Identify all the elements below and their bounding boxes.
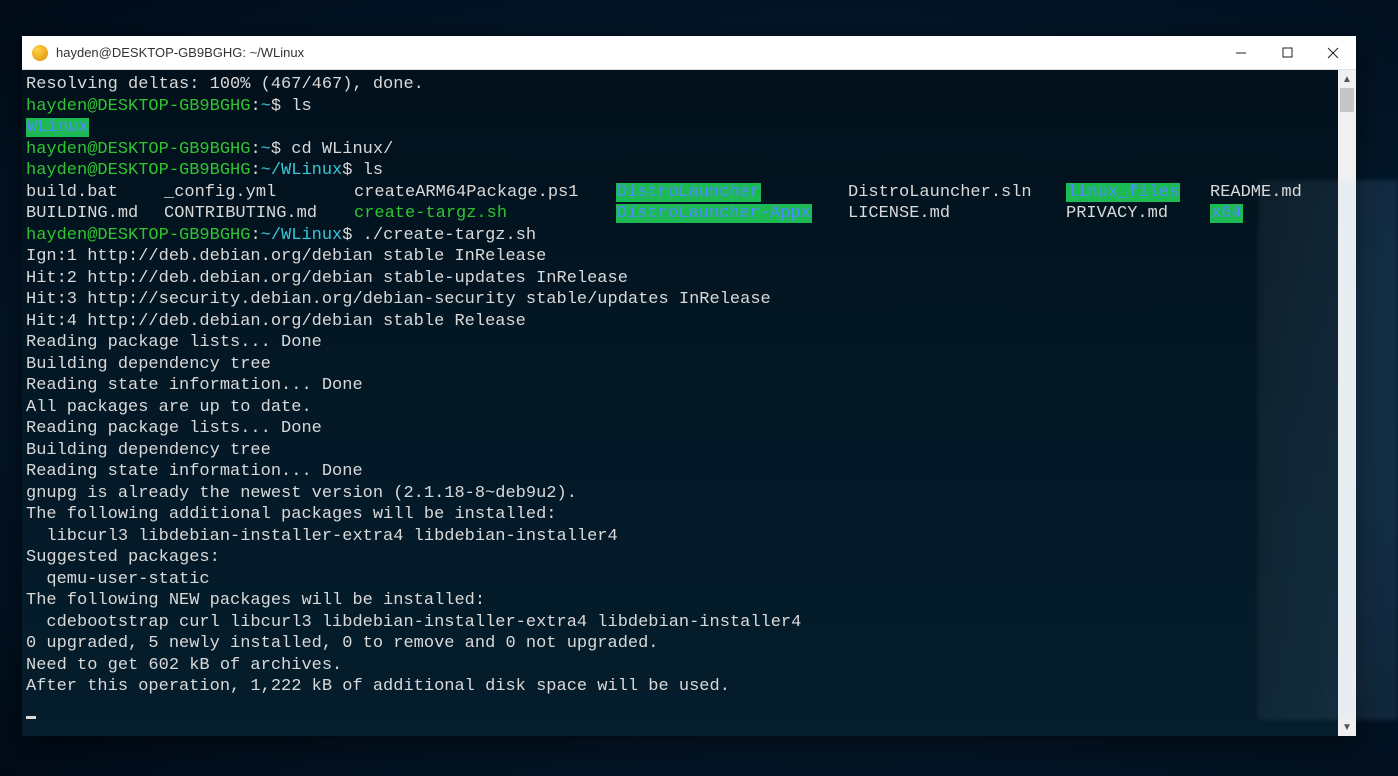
output-line: Reading package lists... Done <box>26 333 322 352</box>
output-line: Resolving deltas: 100% (467/467), done. <box>26 75 424 94</box>
titlebar[interactable]: hayden@DESKTOP-GB9BGHG: ~/WLinux <box>22 36 1356 70</box>
ls-entry-dir: DistroLauncher-Appx <box>616 204 812 223</box>
window-controls <box>1218 36 1356 69</box>
command: ls <box>363 161 383 180</box>
minimize-button[interactable] <box>1218 36 1264 69</box>
ls-entry-dir: WLinux <box>26 118 89 137</box>
ls-entry-dir: DistroLauncher <box>616 183 761 202</box>
output-line: Reading state information... Done <box>26 462 363 481</box>
terminal-area: Resolving deltas: 100% (467/467), done. … <box>22 70 1356 736</box>
ls-entry: CONTRIBUTING.md <box>164 204 317 223</box>
prompt-user: hayden@DESKTOP-GB9BGHG <box>26 97 250 116</box>
output-line: After this operation, 1,222 kB of additi… <box>26 677 730 696</box>
prompt-path: ~/WLinux <box>261 226 343 245</box>
ls-entry: LICENSE.md <box>848 204 950 223</box>
output-line: 0 upgraded, 5 newly installed, 0 to remo… <box>26 634 659 653</box>
prompt-user: hayden@DESKTOP-GB9BGHG <box>26 140 250 159</box>
output-line: The following NEW packages will be insta… <box>26 591 485 610</box>
output-line: Reading state information... Done <box>26 376 363 395</box>
ls-entry: build.bat <box>26 183 118 202</box>
scroll-up-button[interactable]: ▲ <box>1338 70 1356 88</box>
ls-entry-exec: create-targz.sh <box>354 204 507 223</box>
command: cd WLinux/ <box>291 140 393 159</box>
terminal-cursor <box>26 716 36 719</box>
output-line: Hit:3 http://security.debian.org/debian-… <box>26 290 771 309</box>
window-title: hayden@DESKTOP-GB9BGHG: ~/WLinux <box>56 45 304 60</box>
output-line: The following additional packages will b… <box>26 505 557 524</box>
ls-entry-dir: x64 <box>1210 204 1243 223</box>
vertical-scrollbar[interactable]: ▲ ▼ <box>1338 70 1356 736</box>
output-line: libcurl3 libdebian-installer-extra4 libd… <box>26 527 618 546</box>
output-line: Need to get 602 kB of archives. <box>26 656 342 675</box>
prompt-path: ~ <box>261 140 271 159</box>
prompt-user: hayden@DESKTOP-GB9BGHG <box>26 226 250 245</box>
command: ./create-targz.sh <box>363 226 536 245</box>
output-line: cdebootstrap curl libcurl3 libdebian-ins… <box>26 613 801 632</box>
output-line: qemu-user-static <box>26 570 210 589</box>
output-line: Building dependency tree <box>26 355 271 374</box>
output-line: Hit:4 http://deb.debian.org/debian stabl… <box>26 312 526 331</box>
ls-entry: BUILDING.md <box>26 204 138 223</box>
prompt-path: ~/WLinux <box>261 161 343 180</box>
maximize-button[interactable] <box>1264 36 1310 69</box>
terminal-output[interactable]: Resolving deltas: 100% (467/467), done. … <box>22 70 1338 736</box>
scroll-thumb[interactable] <box>1340 88 1354 112</box>
terminal-window: hayden@DESKTOP-GB9BGHG: ~/WLinux Resolvi… <box>22 36 1356 736</box>
output-line: All packages are up to date. <box>26 398 312 417</box>
minimize-icon <box>1235 47 1247 59</box>
ls-entry: createARM64Package.ps1 <box>354 183 578 202</box>
command: ls <box>291 97 311 116</box>
output-line: Suggested packages: <box>26 548 220 567</box>
output-line: Building dependency tree <box>26 441 271 460</box>
output-line: gnupg is already the newest version (2.1… <box>26 484 577 503</box>
ls-listing: build.bat BUILDING.md _config.yml CONTRIB… <box>26 182 1302 225</box>
prompt-path: ~ <box>261 97 271 116</box>
ls-entry: _config.yml <box>164 183 276 202</box>
ls-entry: DistroLauncher.sln <box>848 183 1032 202</box>
output-line: Hit:2 http://deb.debian.org/debian stabl… <box>26 269 628 288</box>
ls-entry: PRIVACY.md <box>1066 204 1168 223</box>
close-button[interactable] <box>1310 36 1356 69</box>
ls-entry-dir: linux_files <box>1066 183 1180 202</box>
close-icon <box>1327 47 1339 59</box>
output-line: Ign:1 http://deb.debian.org/debian stabl… <box>26 247 546 266</box>
prompt-user: hayden@DESKTOP-GB9BGHG <box>26 161 250 180</box>
app-icon <box>32 45 48 61</box>
ls-entry: README.md <box>1210 183 1302 202</box>
maximize-icon <box>1282 47 1293 58</box>
output-line: Reading package lists... Done <box>26 419 322 438</box>
scroll-down-button[interactable]: ▼ <box>1338 718 1356 736</box>
